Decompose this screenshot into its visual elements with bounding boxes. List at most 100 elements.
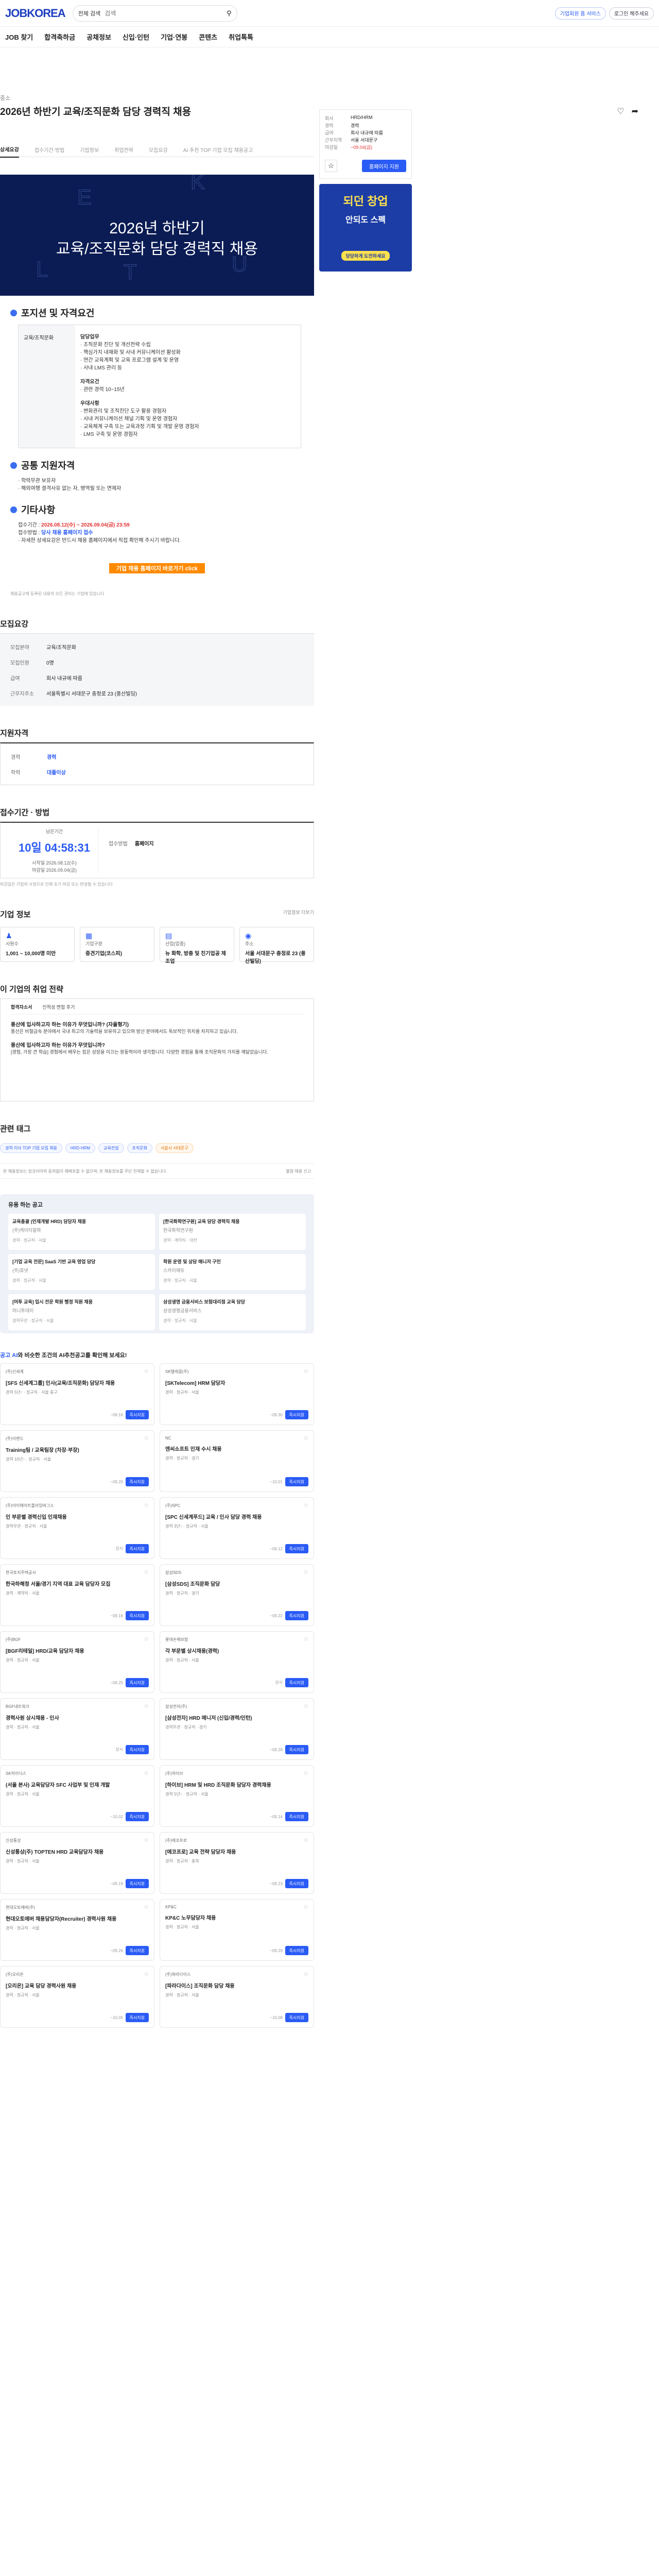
logo[interactable]: JOBKOREA — [5, 7, 66, 20]
tab-detail[interactable]: 상세요강 — [0, 145, 19, 158]
job-title[interactable]: 인 부문별 경력신입 인재채용 — [6, 1513, 149, 1520]
star-icon[interactable]: ☆ — [144, 1435, 149, 1442]
tab-interview[interactable]: 인적성 면접 후기 — [42, 1004, 75, 1011]
nav-item[interactable]: 콘텐츠 — [199, 32, 217, 42]
star-icon[interactable]: ☆ — [303, 1502, 308, 1509]
quick-apply-button[interactable]: 즉시지원 — [285, 1946, 308, 1955]
search-icon[interactable]: ⚲ — [227, 9, 232, 18]
tag[interactable]: 서울시 서대문구 — [155, 1143, 194, 1153]
similar-item[interactable]: 삼성생명 금융서비스 보험대리점 교육 담당 삼성생명금융서비스 경력 · 정규직 … — [159, 1294, 306, 1330]
report-link[interactable]: 불량 채용 신고 — [286, 1168, 311, 1174]
ai-job-card[interactable]: (주)에코프로 [에코프로] 교육 전략 담당자 채용 경력 · 정규직 · 충북 ☆… — [160, 1832, 314, 1894]
similar-item[interactable]: [한국화학연구원] 교육 담당 경력직 채용 한국화학연구원 경력 · 계약직 · … — [159, 1214, 306, 1250]
similar-item[interactable]: 교육총괄 (인재개발 HRD) 담당자 채용 (주)케이티알파 경력 · 정규직 ·… — [8, 1214, 155, 1250]
quick-apply-button[interactable]: 즉시지원 — [125, 1477, 149, 1486]
quick-apply-button[interactable]: 즉시지원 — [285, 1745, 308, 1754]
star-icon[interactable]: ☆ — [144, 1368, 149, 1375]
ai-job-card[interactable]: SK텔레콤(주) [SKTelecom] HRM 담당자 경력 · 정규직 · 서울… — [160, 1363, 314, 1425]
job-title[interactable]: [삼성SDS] 조직문화 담당 — [165, 1580, 308, 1587]
job-title[interactable]: 경력사원 상시채용 - 인사 — [6, 1714, 149, 1721]
quick-apply-button[interactable]: 즉시지원 — [285, 1678, 308, 1687]
job-title[interactable]: [에코프로] 교육 전략 담당자 채용 — [165, 1848, 308, 1855]
tab-company[interactable]: 기업정보 — [80, 146, 99, 154]
ai-job-card[interactable]: (주)하이브 [하이브] HRM 및 HRD 조직문화 담당자 경력채용 경력 5년… — [160, 1765, 314, 1827]
star-icon[interactable]: ☆ — [144, 1770, 149, 1776]
ai-job-card[interactable]: (주)SPC [SPC 신세계푸드] 교육 / 인사 담당 경력 채용 경력 3년↑… — [160, 1497, 314, 1559]
tab-cover-letter[interactable]: 합격자소서 — [11, 1004, 32, 1011]
job-title[interactable]: [삼성전자] HRD 매니저 (신입/경력/인턴) — [165, 1714, 308, 1721]
quick-apply-button[interactable]: 즉시지원 — [125, 1544, 149, 1553]
search-input[interactable] — [105, 9, 223, 17]
tag[interactable]: 교육컨설 — [98, 1143, 124, 1153]
star-icon[interactable]: ☆ — [144, 1636, 149, 1642]
nav-item[interactable]: 기업·연봉 — [161, 32, 187, 42]
job-title[interactable]: 현대오토에버 채용담당자(Recruiter) 경력사원 채용 — [6, 1914, 149, 1922]
star-icon[interactable]: ☆ — [303, 1837, 308, 1843]
ai-job-card[interactable]: (주)BGF [BGF리테일] HRD/교육 담당자 채용 경력 · 정규직 · 서… — [0, 1631, 154, 1693]
side-apply-button[interactable]: 홈페이지 지원 — [362, 160, 406, 172]
ai-job-card[interactable]: (주)아이헤이트플라잉버그스 인 부문별 경력신입 인재채용 경력무관 · 정규직 … — [0, 1497, 154, 1559]
job-title[interactable]: [SKTelecom] HRM 담당자 — [165, 1379, 308, 1386]
tag[interactable]: 조직문화 — [127, 1143, 152, 1153]
quick-apply-button[interactable]: 즉시지원 — [125, 2013, 149, 2022]
ai-job-card[interactable]: (주)오리온 [오리온] 교육 담당 경력사원 채용 경력 · 정규직 · 서울 ☆ ~… — [0, 1966, 154, 2028]
job-title[interactable]: [오리온] 교육 담당 경력사원 채용 — [6, 1981, 149, 1989]
star-icon[interactable]: ☆ — [303, 1569, 308, 1575]
nav-item[interactable]: 합격축하금 — [44, 32, 75, 42]
heart-icon[interactable]: ♡ — [617, 106, 624, 116]
homepage-apply-button[interactable]: 기업 채용 홈페이지 바로가기 click — [109, 563, 205, 573]
job-title[interactable]: [SPC 신세계푸드] 교육 / 인사 담당 경력 채용 — [165, 1513, 308, 1520]
job-title[interactable]: [SFS 신세계그룹] 인사(교육/조직문화) 담당자 채용 — [6, 1379, 149, 1386]
quick-apply-button[interactable]: 즉시지원 — [285, 1879, 308, 1888]
quick-apply-button[interactable]: 즉시지원 — [125, 1611, 149, 1620]
star-icon[interactable]: ☆ — [303, 1368, 308, 1375]
job-title[interactable]: [파라다이스] 조직문화 담당 채용 — [165, 1981, 308, 1989]
tab-period[interactable]: 접수기간·방법 — [34, 146, 65, 154]
star-icon[interactable]: ☆ — [144, 1837, 149, 1843]
tag[interactable]: HRD·HRM — [65, 1143, 96, 1153]
quick-apply-button[interactable]: 즉시지원 — [285, 1812, 308, 1821]
job-title[interactable]: KP&C 노무담당자 채용 — [165, 1913, 308, 1921]
nav-item[interactable]: 신입·인턴 — [123, 32, 149, 42]
nav-item[interactable]: 공채정보 — [86, 32, 111, 42]
quick-apply-button[interactable]: 즉시지원 — [285, 1477, 308, 1486]
quick-apply-button[interactable]: 즉시지원 — [125, 1410, 149, 1419]
ai-job-card[interactable]: 현대오토에버(주) 현대오토에버 채용담당자(Recruiter) 경력사원 채용… — [0, 1899, 154, 1961]
ai-job-card[interactable]: 신성통상 신성통상(주) TOPTEN HRD 교육담당자 채용 경력 · 정규직 … — [0, 1832, 154, 1894]
similar-item[interactable]: [머투 교육] 입시 전문 학원 행정 직원 채용 머니투데이 경력무관 · 정규직… — [8, 1294, 155, 1330]
tab-ai[interactable]: AI 추천 TOP 기업 모집 채용공고 — [183, 146, 253, 154]
job-title[interactable]: 한국하해청 서울/경기 지역 대표 교육 담당자 모집 — [6, 1580, 149, 1587]
star-icon[interactable]: ☆ — [144, 1502, 149, 1509]
job-title[interactable]: (서울 본사) 교육담당자 SFC 사업부 및 인재 개발 — [6, 1781, 149, 1788]
job-title[interactable]: 엔씨소프트 인재 수시 채용 — [165, 1445, 308, 1452]
company-more-link[interactable]: 기업정보 더보기 — [283, 909, 314, 920]
quick-apply-button[interactable]: 즉시지원 — [285, 1410, 308, 1419]
star-icon[interactable]: ☆ — [144, 1703, 149, 1709]
star-icon[interactable]: ☆ — [303, 1435, 308, 1442]
star-icon[interactable]: ☆ — [325, 160, 337, 172]
job-title[interactable]: 신성통상(주) TOPTEN HRD 교육담당자 채용 — [6, 1848, 149, 1855]
ai-job-card[interactable]: 한국토지주택공사 한국하해청 서울/경기 지역 대표 교육 담당자 모집 경력 · … — [0, 1564, 154, 1626]
job-title[interactable]: [하이브] HRM 및 HRD 조직문화 담당자 경력채용 — [165, 1781, 308, 1788]
quick-apply-button[interactable]: 즉시지원 — [125, 1946, 149, 1955]
quick-apply-button[interactable]: 즉시지원 — [125, 1745, 149, 1754]
nav-item[interactable]: JOB 찾기 — [5, 32, 33, 42]
ai-job-card[interactable]: (주)파라다이스 [파라다이스] 조직문화 담당 채용 경력 · 정규직 · 서울 ☆… — [160, 1966, 314, 2028]
etc-method[interactable]: 당사 채용 홈페이지 접수 — [41, 530, 93, 536]
star-icon[interactable]: ☆ — [144, 1904, 149, 1910]
corp-member-button[interactable]: 기업회원 홈 서비스 — [554, 7, 606, 20]
ai-job-card[interactable]: (주)이랜드 Training팀 / 교육팀장 (차장·부장) 경력 10년↑ · … — [0, 1430, 154, 1492]
ai-job-card[interactable]: BGF네트워크 경력사원 상시채용 - 인사 경력 · 정규직 · 서울 ☆ 상시 즉시지… — [0, 1698, 154, 1760]
ai-job-card[interactable]: 삼성SDS [삼성SDS] 조직문화 담당 경력 · 정규직 · 경기 ☆ ~09.22… — [160, 1564, 314, 1626]
quick-apply-button[interactable]: 즉시지원 — [285, 2013, 308, 2022]
similar-item[interactable]: 학원 운영 및 상담 매니저 구인 스카이에듀 경력 · 정규직 · 서울 — [159, 1254, 306, 1290]
similar-item[interactable]: [기업 교육 전문] SaaS 기반 교육 영업 담당 (주)휴넷 경력 · 정규직… — [8, 1254, 155, 1290]
quick-apply-button[interactable]: 즉시지원 — [125, 1678, 149, 1687]
quick-apply-button[interactable]: 즉시지원 — [285, 1544, 308, 1553]
star-icon[interactable]: ☆ — [144, 1569, 149, 1575]
ai-job-card[interactable]: SK하이닉스 (서울 본사) 교육담당자 SFC 사업부 및 인재 개발 경력 · … — [0, 1765, 154, 1827]
job-title[interactable]: 각 부문별 상시채용(경력) — [165, 1647, 308, 1654]
share-icon[interactable]: ➦ — [632, 106, 638, 116]
nav-item[interactable]: 취업톡톡 — [229, 32, 253, 42]
search-scope[interactable]: 전체 검색 — [78, 9, 101, 18]
